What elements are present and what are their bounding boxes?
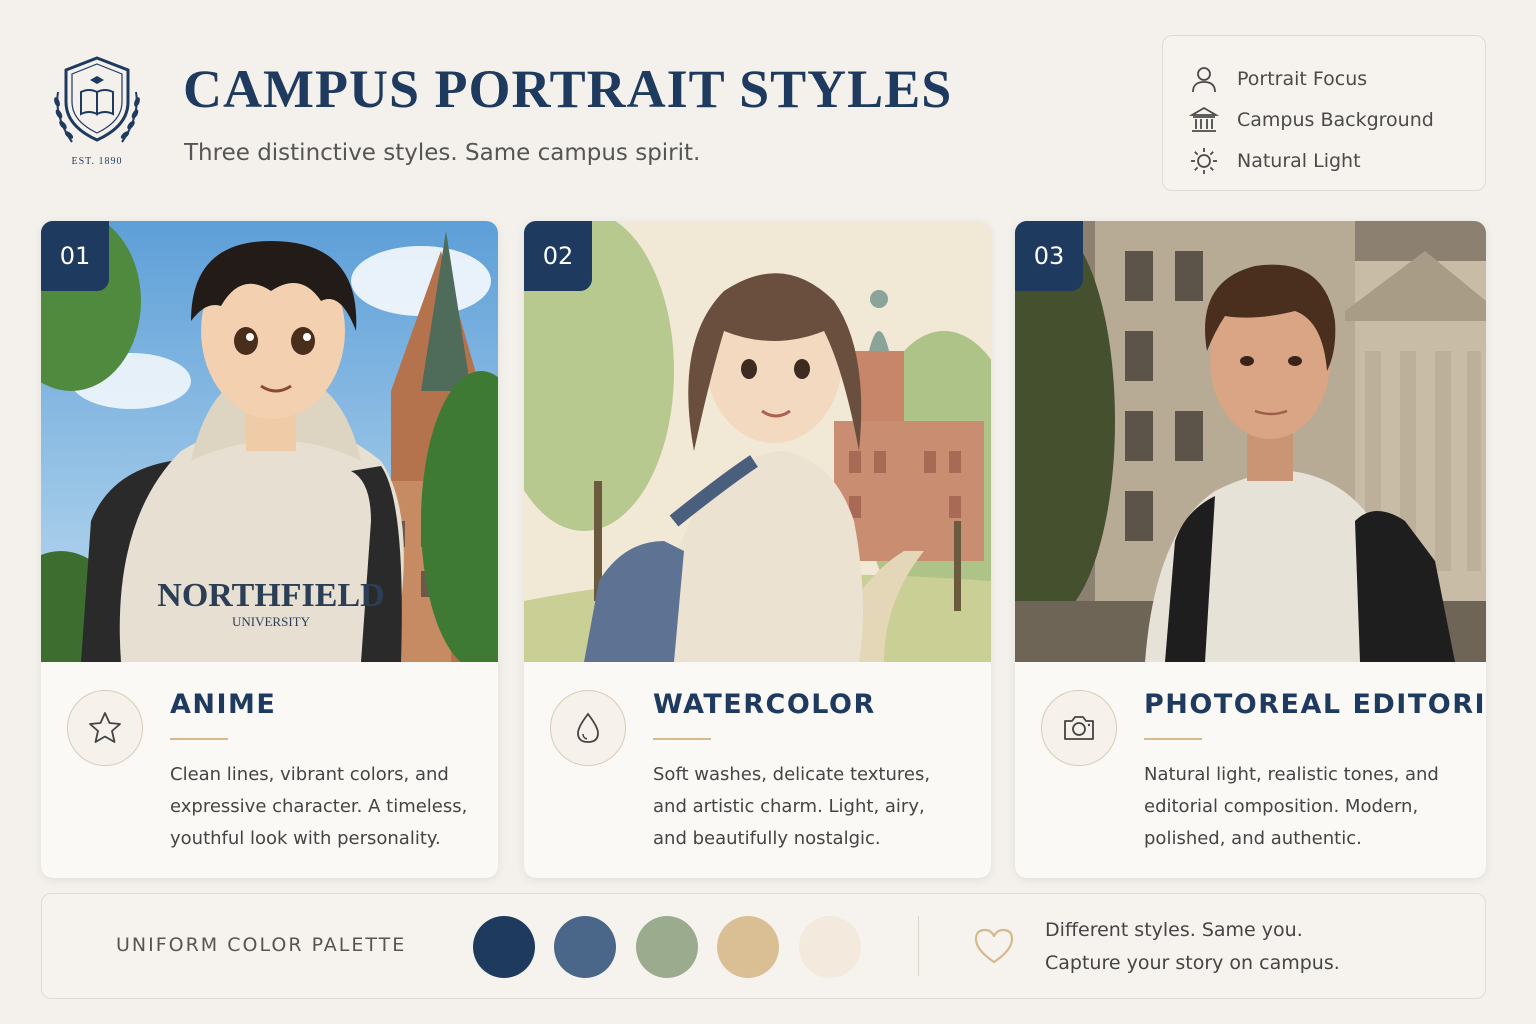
photoreal-portrait-image bbox=[1015, 221, 1486, 662]
crest-shield-icon bbox=[54, 56, 140, 143]
style-card-anime[interactable]: NORTHFIELD UNIVERSITY 01 ANIME Clean lin… bbox=[41, 221, 498, 878]
color-swatch bbox=[473, 916, 535, 978]
sun-icon bbox=[1191, 147, 1217, 174]
style-description: Clean lines, vibrant colors, and express… bbox=[170, 764, 468, 849]
tagline: Different styles. Same you. Capture your… bbox=[1045, 914, 1340, 980]
watercolor-portrait-image bbox=[524, 221, 991, 662]
heart-icon bbox=[974, 928, 1014, 964]
style-icon-badge bbox=[550, 690, 626, 766]
page-subtitle: Three distinctive styles. Same campus sp… bbox=[184, 140, 701, 166]
person-icon bbox=[1192, 66, 1216, 92]
university-crest: EST. 1890 bbox=[48, 52, 146, 172]
style-description: Natural light, realistic tones, and edit… bbox=[1144, 764, 1439, 849]
style-description: Soft washes, delicate textures, and arti… bbox=[653, 764, 931, 849]
legend-item-campus-background: Campus Background bbox=[1189, 99, 1485, 140]
style-icon-badge bbox=[1041, 690, 1117, 766]
style-icon-badge bbox=[67, 690, 143, 766]
tagline-line-1: Different styles. Same you. bbox=[1045, 919, 1303, 941]
palette-label: UNIFORM COLOR PALETTE bbox=[116, 934, 407, 956]
accent-rule bbox=[170, 738, 228, 740]
color-swatch bbox=[554, 916, 616, 978]
accent-rule bbox=[653, 738, 711, 740]
hoodie-text: NORTHFIELD bbox=[157, 577, 384, 614]
tagline-line-2: Capture your story on campus. bbox=[1045, 952, 1340, 974]
style-name: PHOTOREAL EDITORIAL bbox=[1144, 689, 1486, 720]
style-name: ANIME bbox=[170, 689, 277, 720]
color-swatch bbox=[636, 916, 698, 978]
hoodie-subtext: UNIVERSITY bbox=[232, 614, 311, 629]
card-number: 03 bbox=[1015, 221, 1083, 291]
divider bbox=[918, 916, 919, 976]
feature-legend: Portrait Focus Campus Background Natural… bbox=[1162, 35, 1486, 191]
legend-item-natural-light: Natural Light bbox=[1189, 140, 1485, 181]
style-card-photoreal-editorial[interactable]: 03 PHOTOREAL EDITORIAL Natural light, re… bbox=[1015, 221, 1486, 878]
star-icon bbox=[89, 712, 121, 743]
card-number: 02 bbox=[524, 221, 592, 291]
palette-bar: UNIFORM COLOR PALETTE Different styles. … bbox=[41, 893, 1486, 999]
building-icon bbox=[1189, 106, 1219, 132]
page-title: CAMPUS PORTRAIT STYLES bbox=[183, 59, 953, 119]
legend-label: Campus Background bbox=[1237, 108, 1434, 131]
card-number: 01 bbox=[41, 221, 109, 291]
crest-established: EST. 1890 bbox=[71, 156, 123, 167]
legend-item-portrait-focus: Portrait Focus bbox=[1189, 58, 1485, 99]
droplet-icon bbox=[577, 712, 599, 743]
color-swatch bbox=[717, 916, 779, 978]
camera-icon bbox=[1064, 716, 1094, 740]
accent-rule bbox=[1144, 738, 1202, 740]
color-swatch bbox=[799, 916, 861, 978]
anime-portrait-image: NORTHFIELD UNIVERSITY bbox=[41, 221, 498, 662]
legend-label: Portrait Focus bbox=[1237, 67, 1368, 90]
style-name: WATERCOLOR bbox=[653, 689, 876, 720]
legend-label: Natural Light bbox=[1237, 149, 1361, 172]
style-card-watercolor[interactable]: 02 WATERCOLOR Soft washes, delicate text… bbox=[524, 221, 991, 878]
